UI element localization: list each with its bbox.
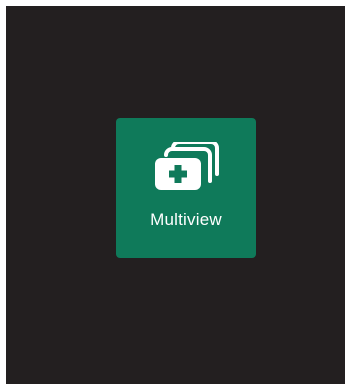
multiview-tile[interactable]: Multiview xyxy=(116,118,256,258)
multiview-label: Multiview xyxy=(150,210,222,229)
multiview-stack-plus-icon xyxy=(155,142,219,190)
tv-screen: Multiview xyxy=(6,6,345,384)
